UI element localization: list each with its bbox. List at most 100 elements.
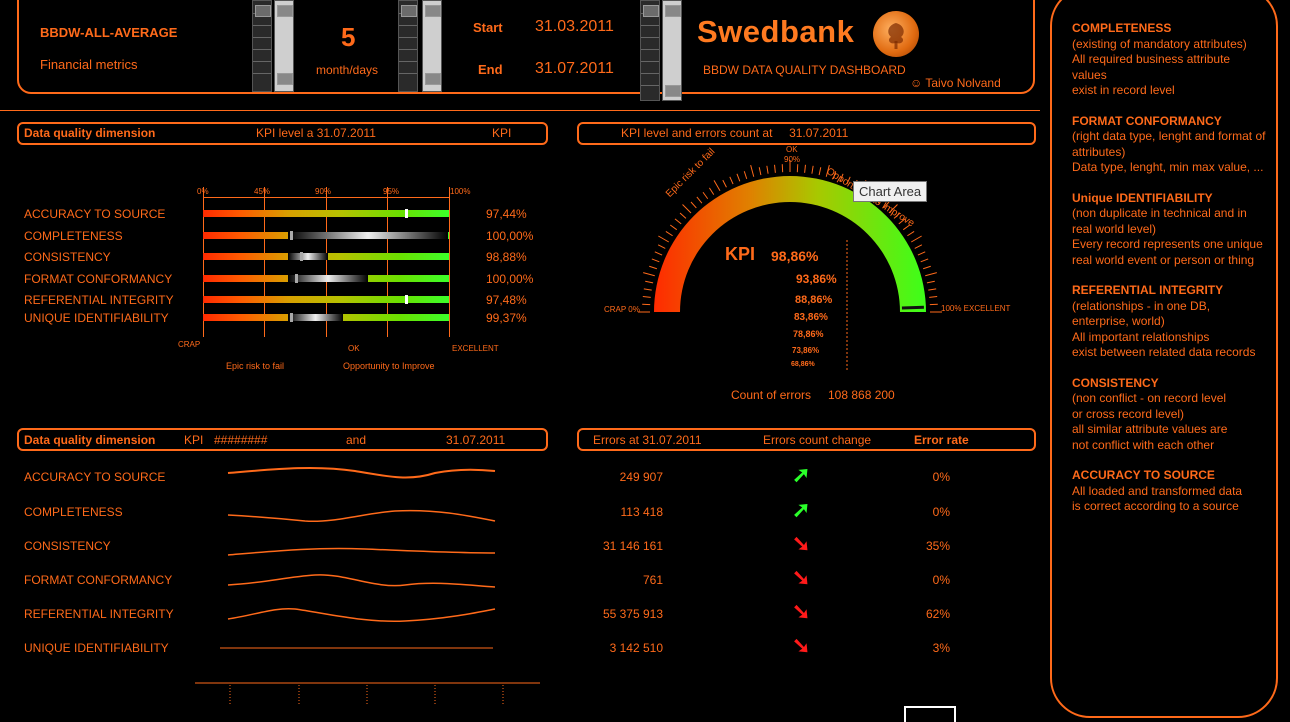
gauge-right-end: 100% EXCELLENT xyxy=(941,304,1011,313)
gauge-kpi-label: KPI xyxy=(725,244,756,264)
gauge-scale-label: 68,86% xyxy=(791,361,815,368)
gauge-scale-label: 88,86% xyxy=(795,294,833,306)
definition-0: COMPLETENESS (existing of mandatory attri… xyxy=(1072,21,1268,99)
trend-header-date: 31.07.2011 xyxy=(446,433,506,447)
kpi-row-highlight xyxy=(288,275,368,282)
zone-opportunity: Opportunity to Improve xyxy=(343,361,435,371)
header-divider xyxy=(0,110,1040,111)
trend-row-name: CONSISTENCY xyxy=(24,539,111,553)
arrow-up-icon: ➚ xyxy=(792,462,811,487)
gauge-kpi-value: 98,86% xyxy=(771,248,819,264)
kpi-row-name: FORMAT CONFORMANCY xyxy=(24,272,173,286)
kpi-row-marker xyxy=(290,313,293,322)
kpi-row-bar xyxy=(203,296,449,303)
error-count: 3 142 510 xyxy=(609,641,663,655)
kpi-header-dimension: Data quality dimension xyxy=(24,126,156,140)
errors-header-rate: Error rate xyxy=(914,433,969,447)
definition-4: CONSISTENCY (non conflict - on record lev… xyxy=(1072,376,1268,454)
definition-line: (right data type, lenght and format of a… xyxy=(1072,129,1266,159)
error-count: 55 375 913 xyxy=(602,607,663,621)
error-count: 31 146 161 xyxy=(602,539,663,553)
gauge-scale-label: 93,86% xyxy=(796,272,837,286)
brand-logo-text: Swedbank xyxy=(697,14,855,49)
oak-logo-icon xyxy=(873,11,919,57)
end-scrollbar[interactable] xyxy=(422,0,442,92)
trend-row-name: UNIQUE IDENTIFIABILITY xyxy=(24,641,169,655)
trend-header-hash: ######## xyxy=(214,433,268,447)
definitions-list: COMPLETENESS (existing of mandatory attri… xyxy=(1072,21,1268,530)
gauge-left-end: CRAP 0% xyxy=(604,305,640,314)
definition-line: Every record represents one unique real … xyxy=(1072,237,1263,267)
scale-tick-45: 45% xyxy=(254,187,271,196)
definition-line: All loaded and transformed data xyxy=(1072,483,1243,498)
definition-line: exist in record level xyxy=(1072,83,1175,97)
zone-crap: CRAP xyxy=(178,340,201,349)
kpi-row-name: REFERENTIAL INTEGRITY xyxy=(24,293,174,307)
trend-header-and: and xyxy=(346,433,367,447)
errors-header-errors: Errors at 31.07.2011 xyxy=(593,433,702,447)
period-scrollbar-2[interactable] xyxy=(274,0,294,92)
zone-excellent: EXCELLENT xyxy=(452,344,499,353)
definition-line: (relationships - in one DB, enterprise, … xyxy=(1072,298,1211,329)
error-count: 249 907 xyxy=(619,470,663,484)
definition-title: REFERENTIAL INTEGRITY xyxy=(1072,283,1224,297)
kpi-row-name: COMPLETENESS xyxy=(24,229,123,243)
definition-5: ACCURACY TO SOURCE All loaded and transfo… xyxy=(1072,468,1268,515)
kpi-row-value: 97,44% xyxy=(486,207,527,221)
zone-ok: OK xyxy=(348,344,360,353)
errors-count-label: Count of errors xyxy=(731,388,812,402)
error-rate: 0% xyxy=(932,505,950,519)
error-rate: 62% xyxy=(925,607,950,621)
trend-row-name: ACCURACY TO SOURCE xyxy=(24,470,166,484)
kpi-row-marker xyxy=(405,209,408,218)
arrow-down-icon: ➘ xyxy=(792,599,811,624)
trend-row-name: FORMAT CONFORMANCY xyxy=(24,573,173,587)
scale-tick-95: 95% xyxy=(383,187,400,196)
gauge-header: KPI level and errors count at 31.07.2011 xyxy=(621,126,849,140)
scale-tick-100: 100% xyxy=(450,187,471,196)
kpi-row-highlight xyxy=(288,232,448,239)
kpi-row-value: 100,00% xyxy=(486,229,534,243)
kpi-row-name: UNIQUE IDENTIFIABILITY xyxy=(24,311,169,325)
zone-risk: Epic risk to fail xyxy=(226,361,285,371)
dashboard-title: BBDW DATA QUALITY DASHBOARD xyxy=(703,63,906,77)
kpi-header-kpi: KPI xyxy=(492,126,512,140)
start-date: 31.03.2011 xyxy=(535,18,614,35)
kpi-row-bar xyxy=(203,210,449,217)
gauge-top-pct: 90% xyxy=(784,155,801,164)
selection-box[interactable] xyxy=(904,706,956,722)
arrow-down-icon: ➘ xyxy=(792,565,811,590)
kpi-row-value: 97,48% xyxy=(486,293,527,307)
definition-line: All important relationships xyxy=(1072,329,1210,344)
definition-title: FORMAT CONFORMANCY xyxy=(1072,113,1222,128)
definition-line: (non duplicate in technical and in real … xyxy=(1072,206,1247,236)
error-rate: 0% xyxy=(932,470,950,484)
definition-title: COMPLETENESS xyxy=(1072,21,1172,35)
gauge-top-ok: OK xyxy=(786,145,798,154)
kpi-row-marker xyxy=(405,295,408,304)
definition-line: (existing of mandatory attributes) xyxy=(1072,36,1247,51)
definition-line: All required business attribute values xyxy=(1072,52,1231,82)
errors-count-value: 108 868 200 xyxy=(828,388,895,402)
kpi-row-value: 98,88% xyxy=(486,250,527,264)
definition-title: Unique IDENTIFIABILITY xyxy=(1072,190,1213,205)
trend-row-name: REFERENTIAL INTEGRITY xyxy=(24,607,174,621)
date-scrollbar-2[interactable] xyxy=(662,0,682,101)
kpi-row-highlight xyxy=(288,314,343,321)
definition-title: CONSISTENCY xyxy=(1072,375,1159,390)
error-count: 761 xyxy=(642,573,663,587)
end-label: End xyxy=(478,62,503,77)
kpi-row-value: 99,37% xyxy=(486,311,527,325)
report-subtitle: Financial metrics xyxy=(40,57,138,72)
gauge-scale-label: 73,86% xyxy=(792,346,820,355)
kpi-row-name: CONSISTENCY xyxy=(24,250,111,264)
date-scrollbar[interactable] xyxy=(640,0,660,101)
period-value: 5 xyxy=(341,22,356,52)
definition-line: not conflict with each other xyxy=(1072,437,1215,452)
start-scrollbar[interactable] xyxy=(398,0,418,92)
scale-tick-90: 90% xyxy=(315,187,332,196)
errors-header-change: Errors count change xyxy=(763,433,872,447)
period-scrollbar[interactable] xyxy=(252,0,272,92)
error-rate: 35% xyxy=(925,539,950,553)
arrow-down-icon: ➘ xyxy=(792,633,811,658)
